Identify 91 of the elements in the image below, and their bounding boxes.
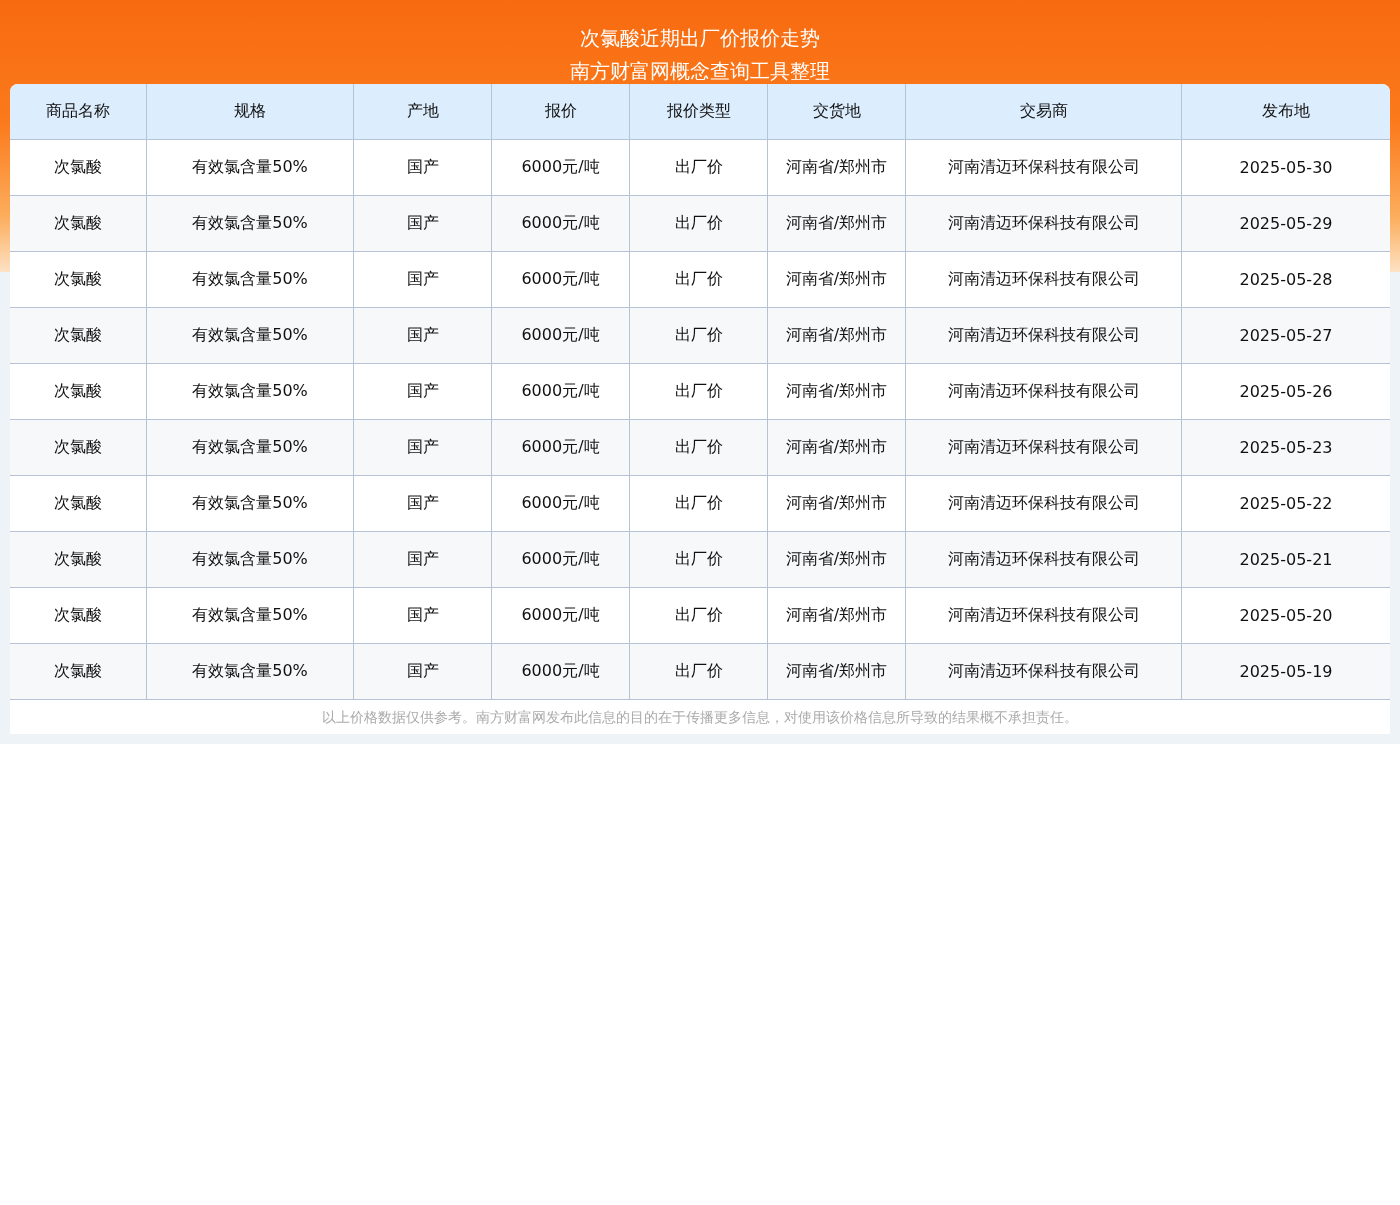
table-cell-text: 2025-05-26 [1238,381,1334,403]
table-cell: 国产 [354,140,492,195]
table-cell: 次氯酸 [10,476,147,531]
table-cell: 河南省/郑州市 [768,196,906,251]
column-header: 交货地 [768,84,906,139]
column-header: 产地 [354,84,492,139]
table-cell: 国产 [354,588,492,643]
table-cell-text: 2025-05-29 [1238,213,1334,235]
table-cell: 次氯酸 [10,364,147,419]
table-cell: 6000元/吨 [492,588,630,643]
table-cell: 河南清迈环保科技有限公司 [906,588,1182,643]
table-cell: 次氯酸 [10,420,147,475]
table-cell: 出厂价 [630,196,768,251]
table-cell: 国产 [354,476,492,531]
table-cell: 河南省/郑州市 [768,308,906,363]
table-cell: 次氯酸 [10,308,147,363]
table-cell: 国产 [354,252,492,307]
table-cell: 河南省/郑州市 [768,588,906,643]
table-cell: 6000元/吨 [492,364,630,419]
column-header: 发布地 [1261,100,1311,122]
table-cell: 出厂价 [630,308,768,363]
table-cell: 河南清迈环保科技有限公司 [906,252,1182,307]
page-subtitle: 南方财富网概念查询工具整理 [569,58,831,85]
table-cell: 有效氯含量50% [147,308,354,363]
table-cell: 出厂价 [630,420,768,475]
table-cell: 6000元/吨 [492,252,630,307]
table-cell-text: 2025-05-19 [1238,661,1334,683]
table-cell: 河南清迈环保科技有限公司 [906,644,1182,699]
table-cell: 6000元/吨 [492,308,630,363]
table-cell: 出厂价 [630,532,768,587]
table-cell-text: 2025-05-22 [1238,493,1334,515]
table-cell: 次氯酸 [10,644,147,699]
table-cell-text: 2025-05-27 [1238,325,1334,347]
table-cell: 出厂价 [630,364,768,419]
table-cell: 河南清迈环保科技有限公司 [906,532,1182,587]
table-cell: 国产 [354,196,492,251]
table-cell: 有效氯含量50% [147,140,354,195]
table-cell: 次氯酸 [10,196,147,251]
table-cell: 出厂价 [630,644,768,699]
table-cell: 6000元/吨 [492,644,630,699]
table-cell: 出厂价 [630,252,768,307]
column-header: 规格 [147,84,354,139]
table-cell: 有效氯含量50% [147,476,354,531]
table-cell: 出厂价 [630,140,768,195]
table-cell: 有效氯含量50% [147,252,354,307]
disclaimer-text: 以上价格数据仅供参考。南方财富网发布此信息的目的在于传播更多信息，对使用该价格信息所导致的结果概不承担责任。 [10,700,1390,734]
table-cell-text: 2025-05-28 [1238,269,1334,291]
page-title: 次氯酸近期出厂价报价走势 [579,25,821,52]
table-cell: 次氯酸 [10,532,147,587]
table-cell: 6000元/吨 [492,420,630,475]
table-cell: 出厂价 [630,588,768,643]
table-cell: 河南清迈环保科技有限公司 [906,140,1182,195]
table-cell: 次氯酸 [10,588,147,643]
table-cell: 次氯酸 [10,252,147,307]
table-cell-text: 2025-05-21 [1238,549,1334,571]
table-cell: 河南省/郑州市 [768,420,906,475]
table-cell: 河南省/郑州市 [768,252,906,307]
table-cell: 6000元/吨 [492,532,630,587]
column-header: 报价类型 [630,84,768,139]
table-cell: 国产 [354,364,492,419]
table-cell: 6000元/吨 [492,196,630,251]
table-cell: 有效氯含量50% [147,420,354,475]
table-cell: 河南清迈环保科技有限公司 [906,476,1182,531]
table-cell: 有效氯含量50% [147,196,354,251]
table-cell-text: 2025-05-23 [1238,437,1334,459]
column-header: 商品名称 [10,84,147,139]
table-cell: 国产 [354,532,492,587]
table-cell: 国产 [354,308,492,363]
table-cell: 河南省/郑州市 [768,364,906,419]
table-cell: 河南省/郑州市 [768,140,906,195]
table-cell-text: 2025-05-30 [1238,157,1334,179]
table-cell: 河南清迈环保科技有限公司 [906,364,1182,419]
table-cell: 6000元/吨 [492,140,630,195]
table-cell: 有效氯含量50% [147,588,354,643]
table-cell: 有效氯含量50% [147,532,354,587]
table-cell: 河南清迈环保科技有限公司 [906,308,1182,363]
table-cell: 出厂价 [630,476,768,531]
table-cell: 次氯酸 [10,140,147,195]
table-cell: 有效氯含量50% [147,364,354,419]
table-cell: 国产 [354,420,492,475]
table-cell: 河南省/郑州市 [768,532,906,587]
column-header: 交易商 [906,84,1182,139]
table-cell: 河南清迈环保科技有限公司 [906,196,1182,251]
table-cell-text: 2025-05-20 [1238,605,1334,627]
column-header: 报价 [492,84,630,139]
table-cell: 有效氯含量50% [147,644,354,699]
table-cell: 河南省/郑州市 [768,476,906,531]
table-cell: 6000元/吨 [492,476,630,531]
table-cell: 河南省/郑州市 [768,644,906,699]
table-cell: 国产 [354,644,492,699]
table-cell: 河南清迈环保科技有限公司 [906,420,1182,475]
